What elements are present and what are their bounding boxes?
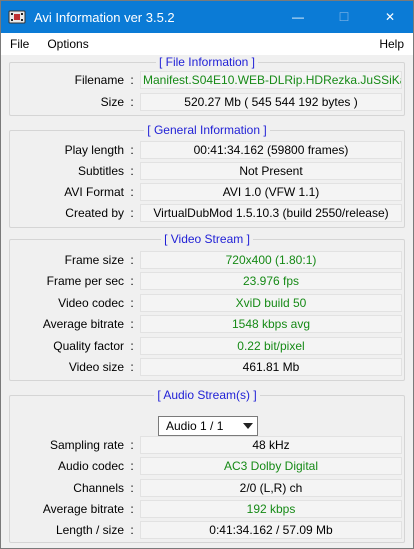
audio-bitrate-row: Average bitrate : 192 kbps [16, 500, 402, 518]
video-codec-value[interactable]: XviD build 50 [140, 294, 402, 312]
colon: : [130, 296, 134, 310]
size-label: Size [100, 95, 124, 109]
audio-bitrate-label: Average bitrate [42, 502, 124, 516]
colon: : [130, 360, 134, 374]
audio-length-value[interactable]: 0:41:34.162 / 57.09 Mb [140, 521, 402, 539]
video-codec-row: Video codec : XviD build 50 [16, 294, 402, 312]
play-length-value[interactable]: 00:41:34.162 (59800 frames) [140, 141, 402, 159]
close-button[interactable]: ✕ [367, 1, 413, 33]
created-by-value[interactable]: VirtualDubMod 1.5.10.3 (build 2550/relea… [140, 204, 402, 222]
video-codec-label: Video codec [58, 296, 124, 310]
frame-size-row: Frame size : 720x400 (1.80:1) [16, 251, 402, 269]
colon: : [130, 206, 134, 220]
audio-stream-title: [ Audio Stream(s) ] [10, 388, 404, 402]
colon: : [130, 274, 134, 288]
channels-label: Channels [73, 481, 124, 495]
colon: : [130, 185, 134, 199]
menu-bar: File Options Help [1, 33, 413, 55]
general-information-group: [ General Information ] Play length : 00… [9, 123, 405, 228]
filename-row: Filename : Manifest.S04E10.WEB-DLRip.HDR… [16, 71, 402, 89]
quality-factor-value[interactable]: 0.22 bit/pixel [140, 337, 402, 355]
maximize-icon: ☐ [338, 10, 350, 24]
colon: : [130, 438, 134, 452]
frame-size-label: Frame size [64, 253, 124, 267]
filename-label: Filename [74, 73, 124, 87]
colon: : [130, 95, 134, 109]
sampling-rate-row: Sampling rate : 48 kHz [16, 436, 402, 454]
audio-length-label: Length / size [55, 523, 124, 537]
channels-row: Channels : 2/0 (L,R) ch [16, 479, 402, 497]
colon: : [130, 143, 134, 157]
video-bitrate-value[interactable]: 1548 kbps avg [140, 315, 402, 333]
video-size-label: Video size [68, 360, 124, 374]
video-stream-group: [ Video Stream ] Frame size : 720x400 (1… [9, 232, 405, 381]
quality-factor-label: Quality factor [53, 339, 124, 353]
sampling-rate-label: Sampling rate [49, 438, 124, 452]
maximize-button[interactable]: ☐ [321, 1, 367, 33]
title-bar[interactable]: Avi Information ver 3.5.2 — ☐ ✕ [1, 1, 413, 33]
play-length-row: Play length : 00:41:34.162 (59800 frames… [16, 141, 402, 159]
created-by-label: Created by [65, 206, 124, 220]
file-information-group: [ File Information ] Filename : Manifest… [9, 55, 405, 116]
video-stream-title: [ Video Stream ] [10, 232, 404, 246]
fps-row: Frame per sec : 23.976 fps [16, 272, 402, 290]
audio-codec-row: Audio codec : AC3 Dolby Digital [16, 457, 402, 475]
video-size-row: Video size : 461.81 Mb [16, 358, 402, 376]
avi-format-value[interactable]: AVI 1.0 (VFW 1.1) [140, 183, 402, 201]
colon: : [130, 459, 134, 473]
size-row: Size : 520.27 Mb ( 545 544 192 bytes ) [16, 93, 402, 111]
main-content: [ File Information ] Filename : Manifest… [1, 55, 413, 548]
avi-info-window: Avi Information ver 3.5.2 — ☐ ✕ File Opt… [0, 0, 414, 549]
frame-size-value[interactable]: 720x400 (1.80:1) [140, 251, 402, 269]
subtitles-label: Subtitles [77, 164, 124, 178]
colon: : [130, 339, 134, 353]
sampling-rate-value[interactable]: 48 kHz [140, 436, 402, 454]
menu-help[interactable]: Help [370, 37, 413, 51]
audio-bitrate-value[interactable]: 192 kbps [140, 500, 402, 518]
window-title: Avi Information ver 3.5.2 [34, 9, 175, 25]
audio-codec-label: Audio codec [57, 459, 124, 473]
minimize-button[interactable]: — [275, 1, 321, 33]
play-length-label: Play length [64, 143, 124, 157]
filename-value[interactable]: Manifest.S04E10.WEB-DLRip.HDRezka.JuSSiK… [140, 71, 402, 89]
colon: : [130, 73, 134, 87]
fps-label: Frame per sec [46, 274, 124, 288]
colon: : [130, 481, 134, 495]
avi-format-label: AVI Format [64, 185, 124, 199]
size-value[interactable]: 520.27 Mb ( 545 544 192 bytes ) [140, 93, 402, 111]
audio-codec-value[interactable]: AC3 Dolby Digital [140, 457, 402, 475]
created-by-row: Created by : VirtualDubMod 1.5.10.3 (bui… [16, 204, 402, 222]
video-size-value[interactable]: 461.81 Mb [140, 358, 402, 376]
audio-stream-selector-value: Audio 1 / 1 [166, 419, 224, 433]
menu-options[interactable]: Options [38, 37, 97, 51]
colon: : [130, 523, 134, 537]
colon: : [130, 253, 134, 267]
colon: : [130, 164, 134, 178]
menu-file[interactable]: File [1, 37, 38, 51]
channels-value[interactable]: 2/0 (L,R) ch [140, 479, 402, 497]
subtitles-row: Subtitles : Not Present [16, 162, 402, 180]
video-bitrate-label: Average bitrate [42, 317, 124, 331]
fps-value[interactable]: 23.976 fps [140, 272, 402, 290]
audio-stream-group: [ Audio Stream(s) ] Audio 1 / 1 Sampling… [9, 388, 405, 543]
audio-length-row: Length / size : 0:41:34.162 / 57.09 Mb [16, 521, 402, 539]
colon: : [130, 317, 134, 331]
avi-format-row: AVI Format : AVI 1.0 (VFW 1.1) [16, 183, 402, 201]
quality-factor-row: Quality factor : 0.22 bit/pixel [16, 337, 402, 355]
chevron-down-icon[interactable] [239, 417, 257, 435]
colon: : [130, 502, 134, 516]
audio-stream-selector[interactable]: Audio 1 / 1 [158, 416, 258, 436]
subtitles-value[interactable]: Not Present [140, 162, 402, 180]
general-information-title: [ General Information ] [10, 123, 404, 137]
minimize-icon: — [292, 10, 304, 24]
file-information-title: [ File Information ] [10, 55, 404, 69]
close-icon: ✕ [384, 10, 396, 24]
film-reel-icon[interactable] [8, 8, 26, 26]
video-bitrate-row: Average bitrate : 1548 kbps avg [16, 315, 402, 333]
